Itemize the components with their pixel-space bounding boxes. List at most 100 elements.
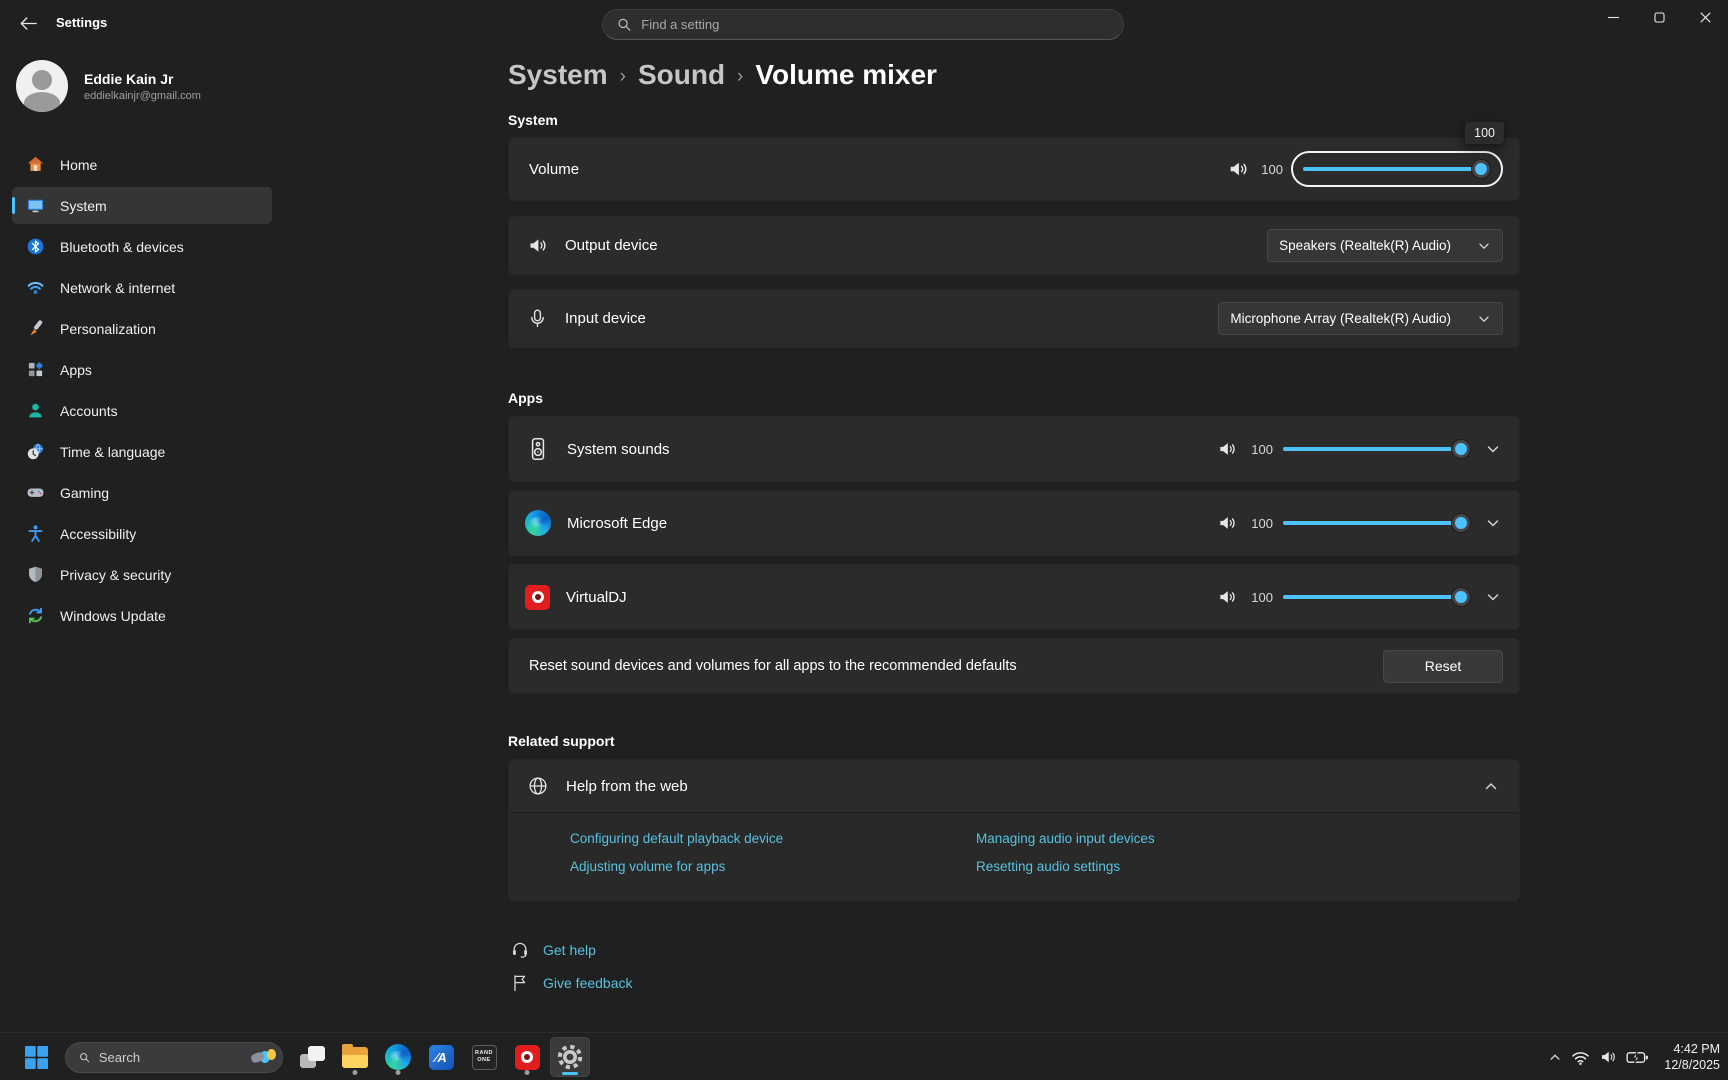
virtualdj-icon xyxy=(525,585,550,610)
taskbar-search[interactable] xyxy=(65,1042,283,1073)
slider-track xyxy=(1303,167,1491,171)
settings-search[interactable] xyxy=(602,9,1124,40)
input-device-dropdown[interactable]: Microphone Array (Realtek(R) Audio) xyxy=(1218,302,1503,335)
output-device-label: Output device xyxy=(565,237,658,254)
help-from-web-header[interactable]: Help from the web xyxy=(509,760,1519,812)
sidebar-item-bluetooth[interactable]: Bluetooth & devices xyxy=(12,228,272,265)
home-icon xyxy=(26,155,45,174)
sidebar-item-system[interactable]: System xyxy=(12,187,272,224)
start-button[interactable] xyxy=(16,1037,56,1077)
media-a-app-button[interactable]: ⁄A xyxy=(421,1037,461,1077)
reset-button[interactable]: Reset xyxy=(1383,650,1503,683)
help-link-managing-input[interactable]: Managing audio input devices xyxy=(976,831,1519,846)
search-icon xyxy=(79,1050,90,1065)
sidebar-item-gaming[interactable]: Gaming xyxy=(12,474,272,511)
microphone-icon xyxy=(527,308,548,329)
settings-gear-icon xyxy=(556,1043,584,1071)
close-button[interactable] xyxy=(1682,0,1728,34)
get-help-link[interactable]: Get help xyxy=(510,937,1520,962)
accounts-icon xyxy=(26,401,45,420)
system-sounds-icon xyxy=(525,436,551,462)
settings-window: Settings Eddie Kain Jr eddielkainjr@gmai… xyxy=(0,0,1728,1080)
breadcrumb-system[interactable]: System xyxy=(508,59,608,91)
speaker-icon xyxy=(527,235,548,256)
rand-one-app-button[interactable]: RAND ONE xyxy=(464,1037,504,1077)
app-volume-value: 100 xyxy=(1247,590,1273,605)
sidebar-item-apps[interactable]: Apps xyxy=(12,351,272,388)
sidebar-item-label: Accounts xyxy=(60,403,118,419)
volume-tray-icon[interactable] xyxy=(1599,1048,1617,1066)
microsoft-edge-icon xyxy=(525,510,551,536)
footer-links: Get help Give feedback xyxy=(508,937,1520,995)
help-link-resetting-audio[interactable]: Resetting audio settings xyxy=(976,859,1519,874)
hidden-icons-chevron-icon[interactable] xyxy=(1548,1050,1562,1064)
globe-icon xyxy=(527,775,549,797)
gaming-icon xyxy=(26,483,45,502)
virtualdj-button[interactable] xyxy=(507,1037,547,1077)
personalization-icon xyxy=(26,319,45,338)
taskbar-clock[interactable]: 4:42 PM 12/8/2025 xyxy=(1664,1041,1720,1074)
sidebar-item-home[interactable]: Home xyxy=(12,146,272,183)
page-title: Volume mixer xyxy=(755,59,937,91)
minimize-button[interactable] xyxy=(1590,0,1636,34)
volume-slider[interactable] xyxy=(1303,159,1491,179)
system-tray: 4:42 PM 12/8/2025 xyxy=(1548,1033,1720,1080)
battery-charging-icon[interactable] xyxy=(1626,1049,1649,1066)
apps-icon xyxy=(26,360,45,379)
sidebar-item-accessibility[interactable]: Accessibility xyxy=(12,515,272,552)
input-device-value: Microphone Array (Realtek(R) Audio) xyxy=(1230,311,1451,326)
media-a-app-icon: ⁄A xyxy=(429,1045,454,1070)
maximize-icon xyxy=(1654,12,1665,23)
task-view-button[interactable] xyxy=(292,1037,332,1077)
microsoft-edge-icon xyxy=(385,1044,411,1070)
wifi-icon[interactable] xyxy=(1571,1049,1590,1066)
sidebar-item-label: Gaming xyxy=(60,485,109,501)
taskbar: ⁄A RAND ONE 4:42 PM xyxy=(0,1032,1728,1080)
app-volume-slider[interactable] xyxy=(1283,439,1471,459)
sidebar-item-accounts[interactable]: Accounts xyxy=(12,392,272,429)
sidebar-item-personalization[interactable]: Personalization xyxy=(12,310,272,347)
app-name: VirtualDJ xyxy=(566,589,627,606)
app-volume-slider[interactable] xyxy=(1283,513,1471,533)
volume-label: Volume xyxy=(529,161,579,178)
slider-thumb[interactable] xyxy=(1451,513,1471,533)
taskbar-search-input[interactable] xyxy=(99,1050,242,1065)
sidebar-item-label: Bluetooth & devices xyxy=(60,239,184,255)
sidebar-item-label: Windows Update xyxy=(60,608,166,624)
account-profile[interactable]: Eddie Kain Jr eddielkainjr@gmail.com xyxy=(16,60,201,112)
section-label-apps: Apps xyxy=(508,390,1520,406)
app-row-microsoft-edge: Microsoft Edge 100 xyxy=(508,490,1520,556)
expand-chevron-icon[interactable] xyxy=(1485,589,1501,605)
settings-button[interactable] xyxy=(550,1037,590,1077)
sidebar-item-time-language[interactable]: Time & language xyxy=(12,433,272,470)
slider-thumb[interactable] xyxy=(1451,587,1471,607)
back-arrow-icon xyxy=(20,16,37,31)
file-explorer-button[interactable] xyxy=(335,1037,375,1077)
help-from-web-label: Help from the web xyxy=(566,778,688,795)
search-input[interactable] xyxy=(641,17,1109,32)
sidebar-item-network[interactable]: Network & internet xyxy=(12,269,272,306)
slider-thumb[interactable] xyxy=(1451,439,1471,459)
maximize-button[interactable] xyxy=(1636,0,1682,34)
app-volume-slider[interactable] xyxy=(1283,587,1471,607)
sidebar-item-label: Home xyxy=(60,157,97,173)
slider-thumb[interactable] xyxy=(1471,159,1491,179)
reset-row: Reset sound devices and volumes for all … xyxy=(508,638,1520,694)
expand-chevron-icon[interactable] xyxy=(1485,515,1501,531)
give-feedback-link[interactable]: Give feedback xyxy=(510,970,1520,995)
output-device-dropdown[interactable]: Speakers (Realtek(R) Audio) xyxy=(1267,229,1503,262)
sidebar-item-windows-update[interactable]: Windows Update xyxy=(12,597,272,634)
breadcrumb-sound[interactable]: Sound xyxy=(638,59,725,91)
expand-chevron-icon[interactable] xyxy=(1485,441,1501,457)
collapse-chevron-icon[interactable] xyxy=(1483,778,1499,794)
running-indicator xyxy=(353,1070,358,1075)
sidebar-item-privacy[interactable]: Privacy & security xyxy=(12,556,272,593)
output-device-value: Speakers (Realtek(R) Audio) xyxy=(1279,238,1451,253)
microsoft-edge-button[interactable] xyxy=(378,1037,418,1077)
help-link-configuring-playback[interactable]: Configuring default playback device xyxy=(570,831,976,846)
back-button[interactable] xyxy=(10,8,46,38)
give-feedback-label: Give feedback xyxy=(543,975,633,991)
sidebar-item-label: Privacy & security xyxy=(60,567,171,583)
volume-value: 100 xyxy=(1257,162,1283,177)
help-link-adjusting-volume[interactable]: Adjusting volume for apps xyxy=(570,859,976,874)
